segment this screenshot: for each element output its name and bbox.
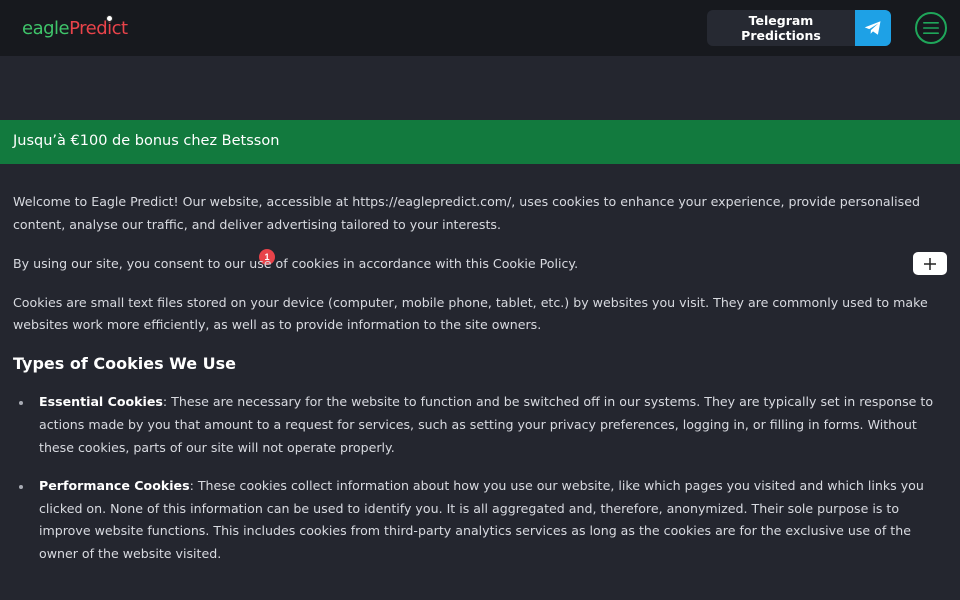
cookie-policy-content: Welcome to Eagle Predict! Our website, a… — [13, 191, 947, 582]
promo-text[interactable]: Jusqu’à €100 de bonus chez Betsson — [13, 133, 279, 149]
cookies-definition-paragraph: Cookies are small text files stored on y… — [13, 294, 928, 333]
site-logo[interactable]: eaglePredict — [22, 15, 128, 41]
list-item: Essential Cookies: These are necessary f… — [13, 391, 947, 459]
list-item: Performance Cookies: These cookies colle… — [13, 475, 947, 565]
cookie-types-list: Essential Cookies: These are necessary f… — [13, 391, 947, 565]
logo-predict-text: Predict — [69, 18, 128, 39]
promo-banner: Jusqu’à €100 de bonus chez Betsson 1 — [0, 120, 960, 275]
section-heading: Types of Cookies We Use — [13, 354, 237, 374]
menu-button[interactable] — [915, 12, 947, 44]
list-item-term: Essential Cookies — [39, 394, 163, 410]
intro-paragraph: Welcome to Eagle Predict! Our website, a… — [13, 194, 920, 232]
consent-paragraph: By using our site, you consent to our us… — [13, 255, 579, 271]
logo-eagle-text: eagle — [22, 18, 70, 39]
list-item-description: : These are necessary for the website to… — [39, 394, 934, 455]
telegram-predictions-button[interactable]: Telegram Predictions — [707, 10, 891, 46]
telegram-icon — [855, 10, 891, 46]
list-item-term: Performance Cookies — [39, 478, 190, 494]
site-header: eaglePredict Telegram Predictions — [0, 0, 960, 56]
soccer-ball-icon — [106, 15, 113, 22]
telegram-predictions-label: Telegram Predictions — [741, 13, 821, 43]
hamburger-menu-icon — [923, 22, 939, 34]
